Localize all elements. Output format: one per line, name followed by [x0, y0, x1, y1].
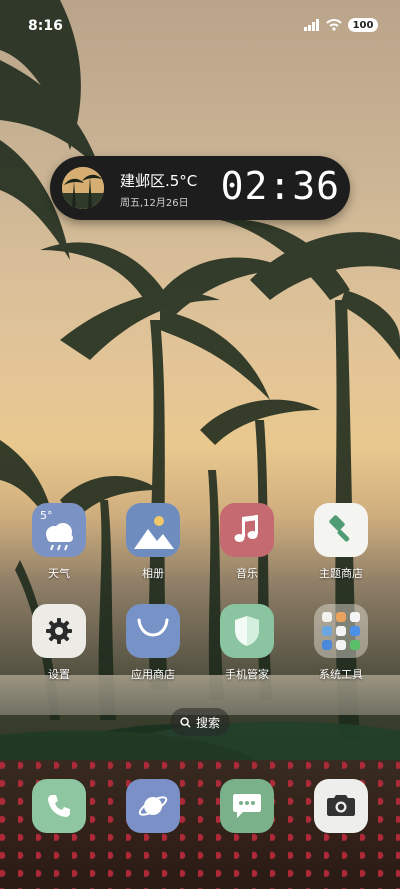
app-weather[interactable]: 5° 天气	[19, 503, 99, 581]
search-label: 搜索	[195, 715, 220, 730]
folder-icon	[314, 604, 368, 658]
weather-thumbnail	[62, 167, 104, 209]
weather-clock-widget[interactable]: 建邺区.5°C 周五,12月26日 02:36	[50, 156, 350, 220]
music-icon	[220, 503, 274, 557]
app-music[interactable]: 音乐	[207, 503, 287, 581]
app-label: 相册	[142, 567, 164, 580]
app-gallery[interactable]: 相册	[113, 503, 193, 581]
app-theme-store[interactable]: 主题商店	[301, 503, 381, 581]
message-icon	[233, 794, 261, 818]
app-label: 天气	[48, 567, 70, 580]
dock-camera[interactable]	[314, 779, 368, 833]
status-icons: 100	[304, 18, 378, 32]
app-system-tools-folder[interactable]: 系统工具	[301, 604, 381, 682]
widget-location-temp: 建邺区.5°C	[120, 172, 198, 190]
gallery-icon	[126, 503, 180, 557]
gear-icon	[32, 604, 86, 658]
dock-messages[interactable]	[220, 779, 274, 833]
palm-trees-silhouette	[0, 0, 400, 740]
camera-icon	[327, 795, 355, 816]
app-label: 手机管家	[225, 668, 269, 681]
widget-date: 周五,12月26日	[120, 198, 189, 209]
app-label: 应用商店	[131, 668, 175, 681]
app-settings[interactable]: 设置	[19, 604, 99, 682]
search-button[interactable]: 搜索	[170, 708, 230, 736]
app-app-store[interactable]: 应用商店	[113, 604, 193, 682]
status-bar: 8:16 100	[0, 0, 400, 40]
signal-icon	[304, 19, 319, 31]
weather-icon: 5°	[32, 503, 86, 557]
app-label: 设置	[48, 668, 70, 681]
app-label: 系统工具	[319, 668, 363, 681]
wifi-icon	[326, 19, 342, 31]
status-time: 8:16	[28, 18, 63, 34]
wallpaper	[0, 0, 400, 889]
search-icon	[180, 716, 191, 728]
app-phone-manager[interactable]: 手机管家	[207, 604, 287, 682]
shopping-bag-icon	[126, 604, 180, 658]
phone-icon	[48, 795, 70, 817]
paint-brush-icon	[314, 503, 368, 557]
shield-icon	[220, 604, 274, 658]
planet-icon	[138, 796, 168, 816]
app-label: 主题商店	[319, 567, 363, 580]
dock-browser[interactable]	[126, 779, 180, 833]
battery-icon: 100	[348, 18, 378, 32]
dock-phone[interactable]	[32, 779, 86, 833]
widget-clock: 02:36	[220, 164, 340, 208]
app-label: 音乐	[236, 567, 258, 580]
